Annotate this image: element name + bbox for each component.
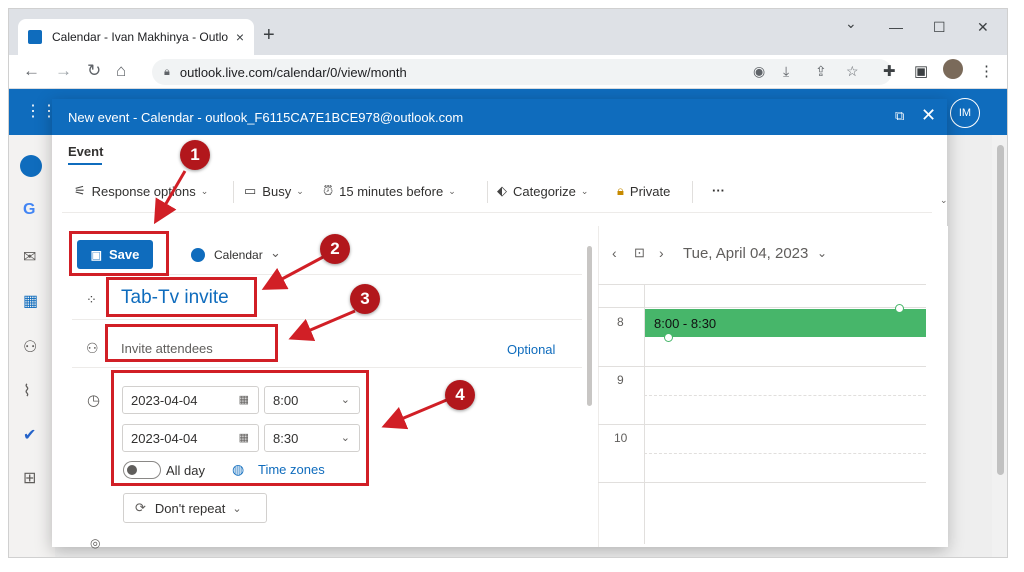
- arrow-2: [261, 254, 326, 290]
- browser-window: Calendar - Ivan Makhinya - Outlo × + ⌄ —…: [8, 8, 1008, 558]
- arrow-1: [153, 170, 187, 225]
- annotation-number-1: 1: [180, 140, 210, 170]
- arrow-4: [381, 397, 450, 430]
- annotation-arrows: [153, 170, 450, 430]
- annotation-number-2: 2: [320, 234, 350, 264]
- annotation-number-4: 4: [445, 380, 475, 410]
- annotation-number-3: 3: [350, 284, 380, 314]
- arrow-3: [288, 309, 356, 341]
